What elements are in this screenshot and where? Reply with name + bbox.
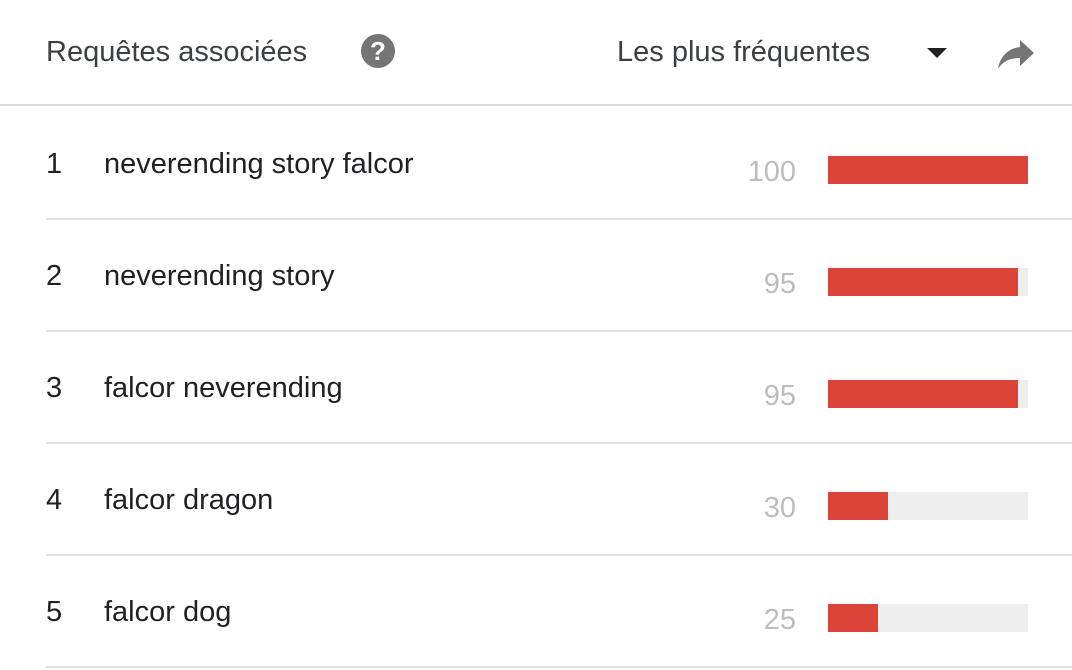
value-bar-track <box>828 604 1028 632</box>
query-label[interactable]: falcor neverending <box>104 368 343 408</box>
query-label[interactable]: neverending story falcor <box>104 144 414 184</box>
value-bar-track <box>828 380 1028 408</box>
sort-label: Les plus fréquentes <box>617 36 871 68</box>
value-bar-track <box>828 492 1028 520</box>
rank-number: 2 <box>46 260 63 292</box>
rank-number: 1 <box>46 148 63 180</box>
rank-number: 5 <box>46 596 63 628</box>
value-bar-track <box>828 268 1028 296</box>
value-label: 95 <box>763 268 796 300</box>
page-title: Requêtes associées <box>46 36 308 68</box>
help-icon[interactable]: ? <box>361 34 395 68</box>
value-bar-track <box>828 156 1028 184</box>
related-queries-list: 1 neverending story falcor 100 2 neveren… <box>46 108 1072 668</box>
value-bar-fill <box>828 604 878 632</box>
header: Requêtes associées ? Les plus fréquentes <box>0 0 1072 106</box>
value-label: 100 <box>747 156 796 188</box>
list-item[interactable]: 4 falcor dragon 30 <box>46 444 1072 556</box>
list-item[interactable]: 1 neverending story falcor 100 <box>46 108 1072 220</box>
query-label[interactable]: falcor dog <box>104 592 231 632</box>
value-bar-fill <box>828 492 888 520</box>
query-label[interactable]: falcor dragon <box>104 480 273 520</box>
value-bar-fill <box>828 380 1018 408</box>
share-icon[interactable] <box>996 36 1036 72</box>
list-item[interactable]: 2 neverending story 95 <box>46 220 1072 332</box>
query-label[interactable]: neverending story <box>104 256 335 296</box>
rank-number: 4 <box>46 484 63 516</box>
list-item[interactable]: 5 falcor dog 25 <box>46 556 1072 668</box>
value-label: 30 <box>763 492 796 524</box>
list-item[interactable]: 3 falcor neverending 95 <box>46 332 1072 444</box>
sort-dropdown[interactable]: Les plus fréquentes <box>617 32 947 72</box>
caret-down-icon <box>927 48 947 58</box>
value-label: 25 <box>763 604 796 636</box>
value-bar-fill <box>828 156 1028 184</box>
value-bar-fill <box>828 268 1018 296</box>
rank-number: 3 <box>46 372 63 404</box>
value-label: 95 <box>763 380 796 412</box>
